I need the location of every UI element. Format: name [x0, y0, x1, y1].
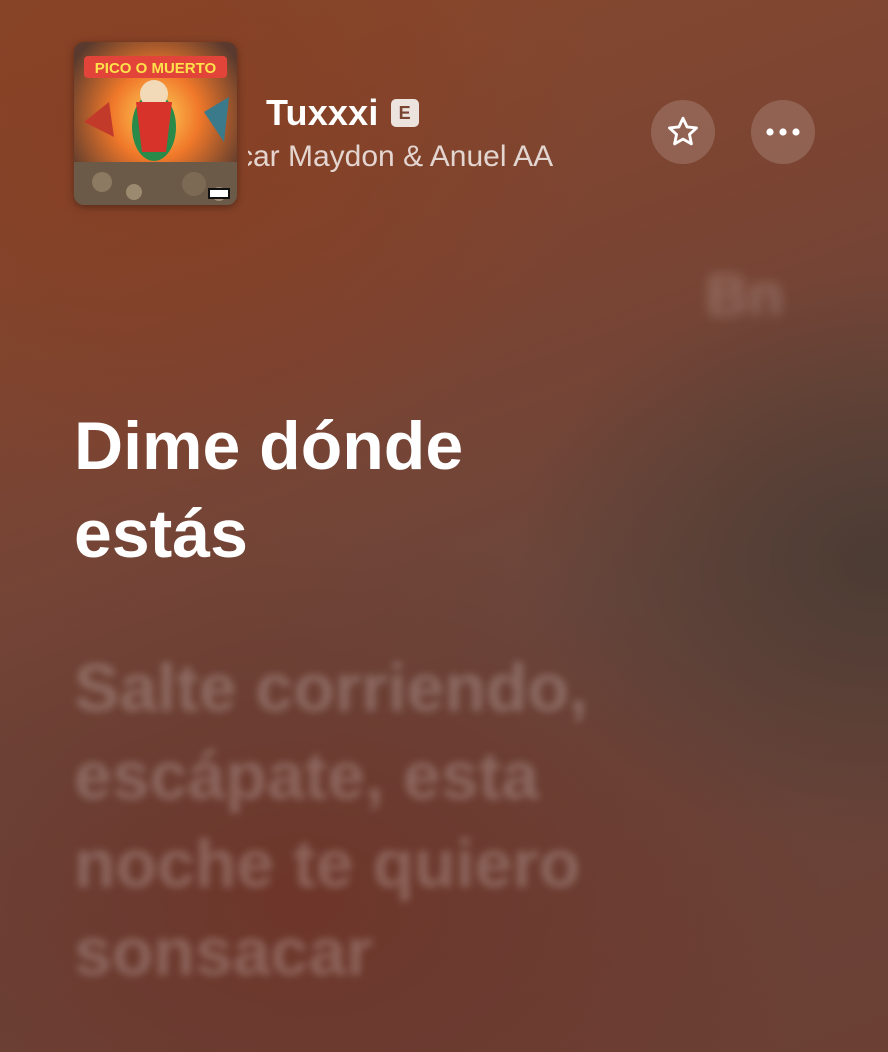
- lyric-line-current[interactable]: Dime dónde estás: [74, 402, 634, 578]
- lyric-line-next[interactable]: Salte corriendo, escápate, esta noche te…: [74, 644, 674, 996]
- lyrics-view: Bn Dime dónde estás Salte corriendo, esc…: [0, 0, 888, 1052]
- lyric-line-previous[interactable]: Bn: [706, 262, 783, 329]
